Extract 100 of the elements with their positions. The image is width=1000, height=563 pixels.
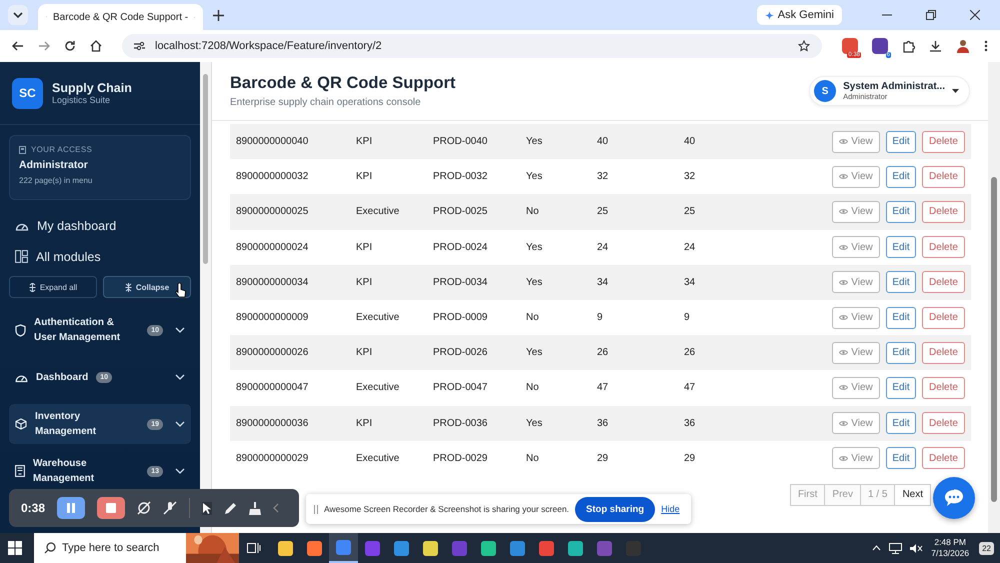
view-button[interactable]: View (832, 412, 880, 434)
taskbar-search-field[interactable]: Type here to search (34, 533, 186, 563)
table-cell-text: Yes (526, 347, 544, 358)
clock[interactable]: 2:48 PM 7/13/2026 (931, 537, 970, 559)
more-menu-icon[interactable] (984, 40, 988, 52)
logo: SC (12, 78, 43, 108)
delete-button[interactable]: Delete (922, 200, 965, 223)
tab-list-icon[interactable] (8, 5, 28, 25)
chevron-up-icon[interactable] (872, 545, 882, 551)
delete-button[interactable]: Delete (922, 412, 965, 434)
table-cell-text: No (526, 382, 540, 394)
view-button[interactable]: View (832, 166, 880, 188)
bookmark-star-icon[interactable] (798, 40, 810, 52)
table-cell-text: 8900000000026 (236, 347, 310, 358)
edit-button[interactable]: Edit (886, 130, 916, 153)
view-button[interactable]: View (832, 306, 880, 329)
view-button[interactable]: View (832, 271, 880, 294)
download-icon[interactable] (929, 40, 942, 52)
browser-tab[interactable]: Barcode & QR Code Support - (38, 4, 203, 30)
notification-button[interactable]: 22 (979, 542, 994, 554)
table-cell-text: 8900000000025 (236, 206, 310, 218)
task-view-icon[interactable] (247, 542, 261, 554)
pencil-icon[interactable] (224, 502, 238, 514)
brand-subtitle: Logistics Suite (52, 95, 112, 105)
edit-button[interactable]: Edit (886, 306, 916, 329)
edit-button[interactable]: Edit (886, 412, 916, 434)
table-cell-text: 32 (597, 171, 610, 182)
back-icon[interactable] (12, 40, 24, 52)
volume-muted-icon[interactable] (910, 542, 924, 554)
delete-button[interactable]: Delete (922, 306, 965, 329)
view-button[interactable]: View (832, 376, 880, 399)
taskbar-app-icon[interactable] (329, 533, 358, 563)
network-icon[interactable] (889, 542, 902, 554)
access-page-count: 222 page(s) in menu (19, 176, 94, 185)
table-cell-text: 8900000000024 (236, 242, 310, 253)
new-tab-icon[interactable] (213, 10, 224, 20)
tree-toggle-button[interactable]: Collapse (103, 276, 191, 298)
home-icon[interactable] (90, 40, 102, 52)
view-button[interactable]: View (832, 130, 880, 153)
view-button[interactable]: View (832, 236, 880, 258)
close-icon[interactable] (970, 10, 980, 20)
eye-icon (839, 244, 848, 251)
delete-button[interactable]: Delete (922, 236, 965, 258)
delete-button[interactable]: Delete (922, 447, 965, 470)
site-settings-icon[interactable] (134, 41, 145, 51)
table-cell-text: PROD-0047 (433, 382, 488, 394)
edit-button[interactable]: Edit (886, 271, 916, 294)
restore-icon[interactable] (926, 10, 936, 20)
delete-button[interactable]: Delete (922, 376, 965, 399)
edit-button[interactable]: Edit (886, 236, 916, 258)
delete-button[interactable]: Delete (922, 166, 965, 188)
table-cell-text: Executive (356, 382, 400, 394)
view-button[interactable]: View (832, 447, 880, 470)
table-cell-text: PROD-0024 (433, 242, 488, 253)
microphone-off-icon[interactable] (163, 501, 178, 515)
broom-icon[interactable] (249, 502, 262, 514)
tree-toggle-button[interactable]: Expand all (9, 276, 97, 298)
table-cell-text: Yes (526, 136, 544, 148)
stop-sharing-button[interactable]: Stop sharing (575, 496, 656, 522)
delete-button[interactable]: Delete (922, 130, 965, 153)
table-cell-text: 29 (684, 452, 696, 464)
sidebar-link[interactable]: All modules (9, 241, 191, 272)
drag-handle-icon[interactable] (314, 504, 318, 514)
table-cell-text: Executive (356, 206, 400, 218)
table-cell-text: 29 (597, 452, 610, 464)
forward-icon[interactable] (38, 40, 50, 52)
delete-button[interactable]: Delete (922, 271, 965, 294)
chevron-down-icon (175, 327, 185, 333)
pagination-button[interactable]: Next (894, 484, 931, 506)
table-cell-text: 8900000000029 (236, 452, 310, 464)
pointer-icon[interactable] (202, 502, 212, 514)
hide-link[interactable]: Hide (661, 504, 680, 514)
stop-button[interactable] (97, 497, 126, 519)
address-field[interactable]: localhost:7208/Workspace/Feature/inventory/2 (122, 34, 822, 58)
page-scrollbar[interactable] (988, 62, 1000, 533)
pause-button[interactable] (57, 497, 86, 519)
table-cell-text: 40 (597, 136, 610, 148)
table-cell-text: Executive (356, 312, 400, 324)
edit-button[interactable]: Edit (886, 342, 916, 364)
table-cell-text: KPI (356, 171, 374, 182)
reload-icon[interactable] (64, 40, 76, 52)
view-button[interactable]: View (832, 200, 880, 223)
edit-button[interactable]: Edit (886, 376, 916, 399)
table-cell-text: PROD-0034 (433, 276, 488, 288)
module-group-label: Authentication & User Management (34, 316, 122, 345)
camera-off-icon[interactable] (137, 501, 152, 515)
windows-start-icon[interactable] (8, 541, 22, 555)
delete-button[interactable]: Delete (922, 342, 965, 364)
sidebar-link[interactable]: My dashboard (9, 210, 191, 241)
badge-icon (19, 146, 26, 154)
module-group-label: Dashboard (36, 370, 88, 384)
ask-gemini-button[interactable]: Ask Gemini (756, 5, 842, 25)
profile-avatar-icon[interactable] (956, 39, 970, 53)
edit-button[interactable]: Edit (886, 200, 916, 223)
view-button[interactable]: View (832, 342, 880, 364)
puzzle-icon[interactable] (902, 40, 915, 52)
edit-button[interactable]: Edit (886, 166, 916, 188)
edit-button[interactable]: Edit (886, 447, 916, 470)
chevron-down-icon (175, 468, 185, 474)
sparkle-icon (764, 10, 774, 20)
